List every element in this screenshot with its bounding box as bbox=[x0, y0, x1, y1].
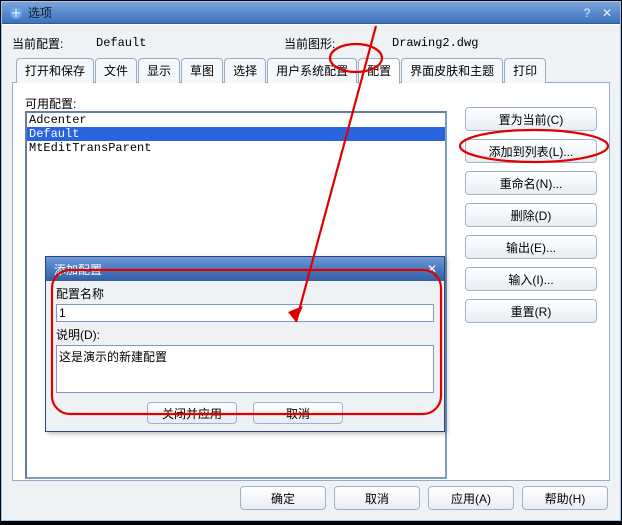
export-button[interactable]: 输出(E)... bbox=[465, 235, 597, 259]
modal-titlebar[interactable]: 添加配置 ✕ bbox=[46, 257, 444, 281]
current-profile-value: Default bbox=[96, 36, 284, 50]
list-item[interactable]: Default bbox=[27, 127, 445, 141]
add-to-list-button[interactable]: 添加到列表(L)... bbox=[465, 139, 597, 163]
import-button[interactable]: 输入(I)... bbox=[465, 267, 597, 291]
tabstrip: 打开和保存文件显示草图选择用户系统配置配置界面皮肤和主题打印 bbox=[12, 57, 610, 83]
reset-button[interactable]: 重置(R) bbox=[465, 299, 597, 323]
current-profile-label: 当前配置: bbox=[12, 35, 96, 52]
current-drawing-label: 当前图形: bbox=[284, 35, 392, 52]
titlebar[interactable]: 选项 ? ✕ bbox=[2, 2, 620, 24]
set-current-button[interactable]: 置为当前(C) bbox=[465, 107, 597, 131]
tab-5[interactable]: 用户系统配置 bbox=[267, 58, 357, 83]
current-drawing-value: Drawing2.dwg bbox=[392, 36, 478, 50]
tab-4[interactable]: 选择 bbox=[224, 58, 266, 83]
tab-2[interactable]: 显示 bbox=[138, 58, 180, 83]
profile-name-label: 配置名称 bbox=[56, 285, 434, 302]
tab-1[interactable]: 文件 bbox=[95, 58, 137, 83]
rename-button[interactable]: 重命名(N)... bbox=[465, 171, 597, 195]
tab-0[interactable]: 打开和保存 bbox=[16, 58, 94, 83]
modal-cancel-button[interactable]: 取消 bbox=[253, 402, 343, 424]
list-item[interactable]: MtEditTransParent bbox=[27, 141, 445, 155]
help-button[interactable]: ? bbox=[578, 5, 596, 21]
modal-title: 添加配置 bbox=[54, 261, 102, 278]
cancel-button[interactable]: 取消 bbox=[334, 486, 420, 510]
help-button-footer[interactable]: 帮助(H) bbox=[522, 486, 608, 510]
tab-8[interactable]: 打印 bbox=[504, 58, 546, 83]
delete-button[interactable]: 删除(D) bbox=[465, 203, 597, 227]
apply-button[interactable]: 应用(A) bbox=[428, 486, 514, 510]
profile-desc-label: 说明(D): bbox=[56, 326, 434, 343]
profile-name-input[interactable] bbox=[56, 304, 434, 322]
tab-3[interactable]: 草图 bbox=[181, 58, 223, 83]
list-item[interactable]: Adcenter bbox=[27, 113, 445, 127]
window-title: 选项 bbox=[28, 4, 578, 21]
close-button[interactable]: ✕ bbox=[598, 5, 616, 21]
tab-7[interactable]: 界面皮肤和主题 bbox=[401, 58, 503, 83]
profile-desc-input[interactable] bbox=[56, 345, 434, 393]
add-profile-dialog: 添加配置 ✕ 配置名称 说明(D): 关闭并应用 取消 bbox=[45, 256, 445, 432]
close-apply-button[interactable]: 关闭并应用 bbox=[147, 402, 237, 424]
app-icon bbox=[8, 5, 24, 21]
tab-6[interactable]: 配置 bbox=[358, 58, 400, 84]
ok-button[interactable]: 确定 bbox=[240, 486, 326, 510]
modal-close-button[interactable]: ✕ bbox=[420, 257, 444, 281]
